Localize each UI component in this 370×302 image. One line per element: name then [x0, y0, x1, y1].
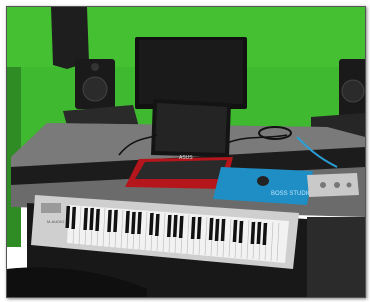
- floor-shadow: [307, 217, 365, 297]
- laptop-brand: ASUS: [179, 155, 193, 161]
- photo-frame: ASUS BOSS STUDIO M-AUDIO: [6, 6, 366, 298]
- left-speaker-woofer: [82, 76, 108, 102]
- pitch-mod-wheels: [41, 203, 61, 213]
- laptop-keyboard: [135, 160, 227, 179]
- right-speaker-woofer: [341, 79, 365, 103]
- mouse: [257, 176, 269, 186]
- studio-desk-photo: ASUS BOSS STUDIO M-AUDIO: [7, 7, 365, 297]
- mousepad-text: BOSS STUDIO: [271, 191, 312, 197]
- keyboard-brand: M-AUDIO: [47, 219, 64, 224]
